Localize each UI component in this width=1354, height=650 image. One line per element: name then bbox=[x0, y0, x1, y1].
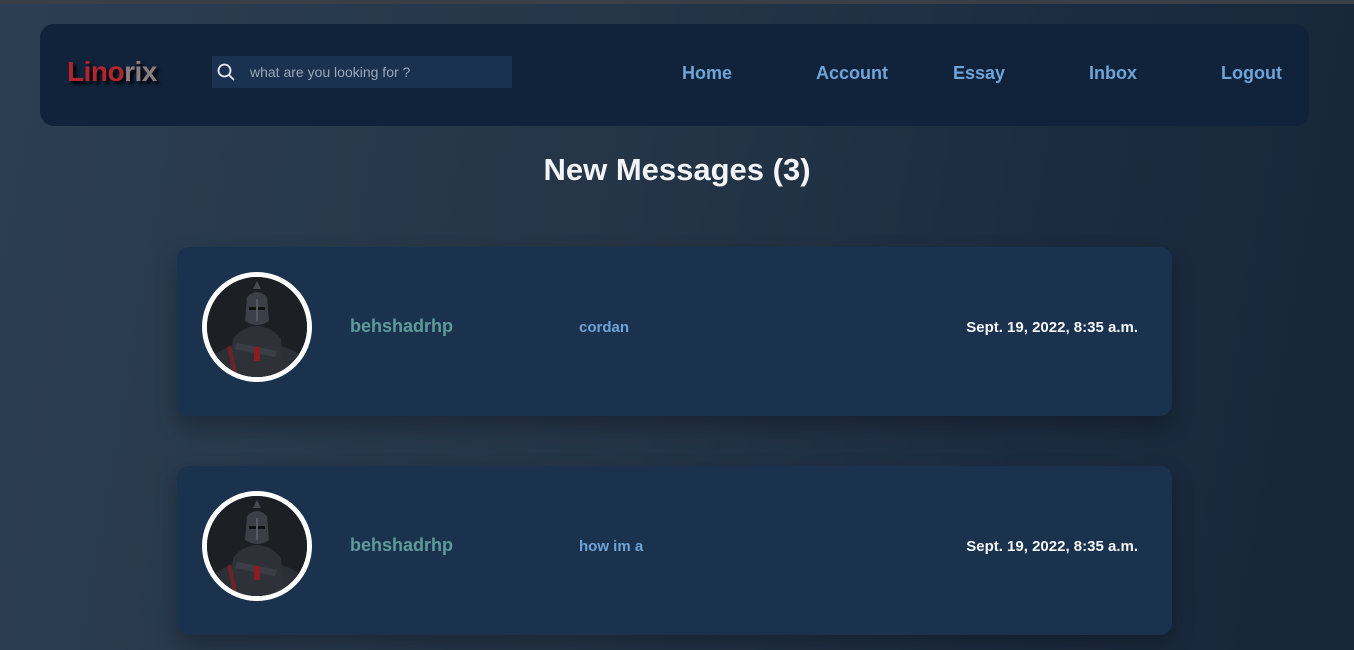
nav-home-link[interactable]: Home bbox=[682, 62, 732, 84]
site-logo[interactable]: Linorix bbox=[67, 54, 157, 90]
window-top-border bbox=[0, 0, 1354, 4]
message-sender[interactable]: behshadrhp bbox=[350, 315, 453, 337]
logo-text-secondary: rix bbox=[124, 56, 157, 87]
knight-avatar bbox=[202, 491, 312, 601]
logo-text-primary: Lino bbox=[67, 56, 125, 87]
page-title: New Messages (3) bbox=[543, 152, 811, 187]
knight-avatar bbox=[202, 272, 312, 382]
nav-account-link[interactable]: Account bbox=[816, 62, 888, 84]
message-card[interactable]: behshadrhp how im a Sept. 19, 2022, 8:35… bbox=[177, 466, 1172, 635]
search-input[interactable] bbox=[244, 56, 506, 88]
nav-essay-link[interactable]: Essay bbox=[953, 62, 1005, 84]
message-subject[interactable]: how im a bbox=[579, 538, 643, 556]
message-sender[interactable]: behshadrhp bbox=[350, 534, 453, 556]
nav-inbox-link[interactable]: Inbox bbox=[1089, 62, 1137, 84]
message-card[interactable]: behshadrhp cordan Sept. 19, 2022, 8:35 a… bbox=[177, 247, 1172, 416]
search-box bbox=[212, 56, 512, 88]
navbar: Linorix Home Account Essay Inbox Logout bbox=[40, 24, 1309, 126]
nav-logout-link[interactable]: Logout bbox=[1221, 62, 1282, 84]
message-subject[interactable]: cordan bbox=[579, 319, 629, 337]
message-timestamp: Sept. 19, 2022, 8:35 a.m. bbox=[966, 319, 1138, 336]
message-timestamp: Sept. 19, 2022, 8:35 a.m. bbox=[966, 538, 1138, 555]
search-icon[interactable] bbox=[216, 62, 236, 82]
